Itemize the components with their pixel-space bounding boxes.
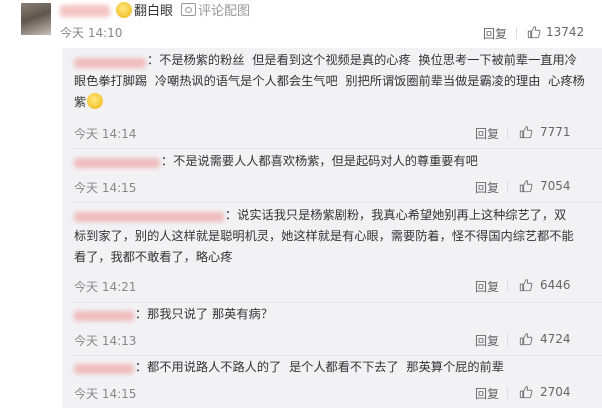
reply-list: ：不是杨紫的粉丝 但是看到这个视频是真的心疼 换位思考一下被前辈一直用冷 眼色拳… [62,48,602,408]
reply-text-line: 标到家了，别的人这样就是聪明机灵，她这样就是有心眼，需要防着，怪不得国内综艺都不… [74,229,574,243]
reply-time: 今天 14:15 [74,181,137,195]
divider [516,27,517,39]
divider [507,181,508,193]
reply-item: ：不是杨紫的粉丝 但是看到这个视频是真的心疼 换位思考一下被前辈一直用冷 眼色拳… [62,48,602,149]
reply-button[interactable]: 回复 [475,278,499,295]
reply-text-line: ：不是杨紫的粉丝 但是看到这个视频是真的心疼 换位思考一下被前辈一直用冷 [147,53,577,67]
like-count: 6446 [540,278,571,292]
like-count: 7054 [540,179,571,193]
divider [507,387,508,399]
reply-time: 今天 14:15 [74,387,137,401]
reply-text-line: 看了，我都不敢看了，略心疼 [74,250,233,264]
reply-item: ：说实话我只是杨紫剧粉，我真心希望她别再上这种综艺了，双 标到家了，别的人这样就… [62,202,602,303]
top-comment-label: 翻白眼 [134,4,174,19]
reply-text-line: ：不是说需要人人都喜欢杨紫，但是起码对人的尊重要有吧 [161,154,478,168]
username-blurred[interactable] [74,158,160,168]
thumbs-up-icon[interactable] [519,332,533,346]
reply-button[interactable]: 回复 [475,179,499,196]
avatar[interactable] [21,3,51,35]
divider [507,334,508,346]
reply-text-line: ：说实话我只是杨紫剧粉，我真心希望她别再上这种综艺了，双 [225,208,567,222]
like-count: 13742 [546,25,585,39]
smiley-emoji [87,93,104,109]
username-blurred[interactable] [60,5,110,17]
like-count: 2704 [540,385,571,399]
thumbs-up-icon[interactable] [519,179,533,193]
thumbs-up-icon[interactable] [519,385,533,399]
divider [507,127,508,139]
reply-button[interactable]: 回复 [483,25,507,42]
reply-item: ：那我只说了 那英有病？ 今天 14:13 回复 4724 [62,302,602,356]
thumbs-up-icon[interactable] [527,25,541,39]
top-comment: 翻白眼 评论配图 今天 14:10 回复 13742 [0,0,602,50]
like-count: 7771 [540,125,571,139]
thumbs-up-icon[interactable] [519,278,533,292]
thumbs-up-icon[interactable] [519,125,533,139]
reply-button[interactable]: 回复 [475,125,499,142]
username-blurred[interactable] [74,364,134,374]
reply-text-line: 眼色拳打脚踢 冷嘲热讽的语气是个人都会生气吧 别把所谓饭圈前辈当做是霸凌的理由 … [74,74,585,88]
username-blurred[interactable] [74,311,134,321]
reply-button[interactable]: 回复 [475,385,499,402]
smiley-emoji [116,2,132,18]
comment-image-link[interactable]: 评论配图 [198,4,250,19]
reply-time: 今天 14:13 [74,334,137,348]
like-count: 4724 [540,332,571,346]
reply-text-line: ：那我只说了 那英有病？ [135,307,273,321]
top-comment-text: 翻白眼 评论配图 [116,2,250,21]
username-blurred[interactable] [74,212,224,222]
reply-item: ：都不用说路人不路人的了 是个人都看不下去了 那英算个屁的前辈 今天 14:15… [62,355,602,408]
divider [507,280,508,292]
picture-icon [181,3,197,16]
reply-item: ：不是说需要人人都喜欢杨紫，但是起码对人的尊重要有吧 今天 14:15 回复 7… [62,149,602,203]
reply-text-line: ：都不用说路人不路人的了 是个人都看不下去了 那英算个屁的前辈 [135,360,504,374]
username-blurred[interactable] [74,58,146,68]
reply-time: 今天 14:21 [74,280,137,294]
reply-button[interactable]: 回复 [475,332,499,349]
reply-text-line: 紫 [74,92,104,113]
reply-time: 今天 14:14 [74,127,137,141]
comment-time: 今天 14:10 [60,26,123,40]
